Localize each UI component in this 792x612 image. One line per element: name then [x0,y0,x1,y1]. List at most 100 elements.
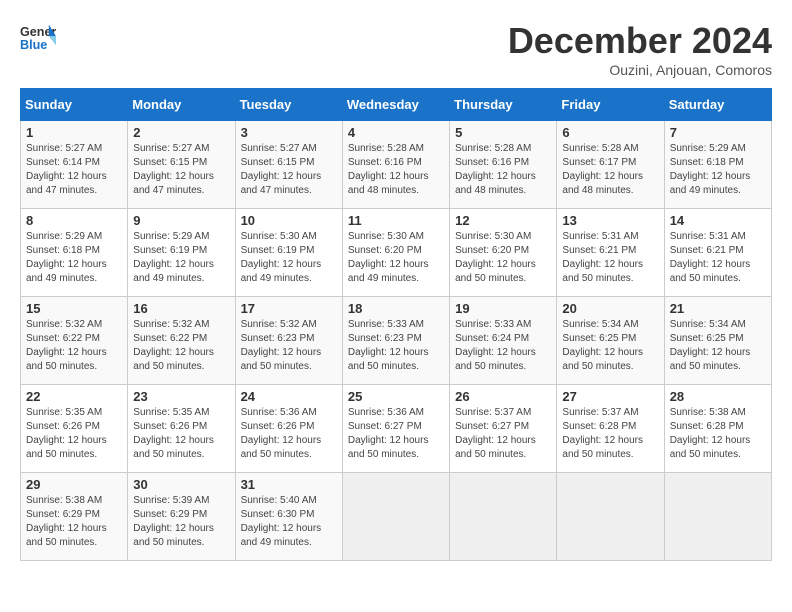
day-info: Sunrise: 5:29 AMSunset: 6:18 PMDaylight:… [26,230,122,286]
day-cell: 3Sunrise: 5:27 AMSunset: 6:15 PMDaylight… [235,121,342,209]
day-number: 31 [241,477,337,492]
day-info: Sunrise: 5:28 AMSunset: 6:16 PMDaylight:… [455,142,551,198]
day-number: 6 [562,125,658,140]
day-info: Sunrise: 5:36 AMSunset: 6:26 PMDaylight:… [241,406,337,462]
header-row: SundayMondayTuesdayWednesdayThursdayFrid… [21,89,772,121]
day-cell: 19 Sunrise: 5:33 AMSunset: 6:24 PMDayligh… [450,297,557,385]
day-info: Sunrise: 5:37 AMSunset: 6:27 PMDaylight:… [455,406,551,462]
day-number: 25 [348,389,444,404]
week-row-4: 22 Sunrise: 5:35 AMSunset: 6:26 PMDayligh… [21,385,772,473]
day-cell: 11 Sunrise: 5:30 AMSunset: 6:20 PMDayligh… [342,209,449,297]
day-info: Sunrise: 5:38 AMSunset: 6:29 PMDaylight:… [26,494,122,550]
calendar-table: SundayMondayTuesdayWednesdayThursdayFrid… [20,88,772,561]
day-number: 11 [348,213,444,228]
day-number: 18 [348,301,444,316]
day-number: 23 [133,389,229,404]
day-info: Sunrise: 5:39 AMSunset: 6:29 PMDaylight:… [133,494,229,550]
day-info: Sunrise: 5:27 AMSunset: 6:14 PMDaylight:… [26,142,122,198]
day-number: 28 [670,389,766,404]
day-cell: 30 Sunrise: 5:39 AMSunset: 6:29 PMDayligh… [128,473,235,561]
day-number: 5 [455,125,551,140]
day-cell: 2 Sunrise: 5:27 AMSunset: 6:15 PMDaylight… [128,121,235,209]
day-cell [557,473,664,561]
day-info: Sunrise: 5:33 AMSunset: 6:24 PMDaylight:… [455,318,551,374]
day-number: 22 [26,389,122,404]
day-cell: 6 Sunrise: 5:28 AMSunset: 6:17 PMDaylight… [557,121,664,209]
header-cell-thursday: Thursday [450,89,557,121]
day-number: 24 [241,389,337,404]
day-number: 16 [133,301,229,316]
day-info: Sunrise: 5:34 AMSunset: 6:25 PMDaylight:… [670,318,766,374]
week-row-1: 1 Sunrise: 5:27 AMSunset: 6:14 PMDaylight… [21,121,772,209]
page-header: General Blue December 2024 Ouzini, Anjou… [20,20,772,78]
header-cell-saturday: Saturday [664,89,771,121]
day-number: 1 [26,125,122,140]
day-number: 15 [26,301,122,316]
day-cell [342,473,449,561]
day-cell: 7Sunrise: 5:29 AMSunset: 6:18 PMDaylight… [664,121,771,209]
day-cell: 4Sunrise: 5:28 AMSunset: 6:16 PMDaylight… [342,121,449,209]
day-cell: 27Sunrise: 5:37 AMSunset: 6:28 PMDayligh… [557,385,664,473]
week-row-5: 29Sunrise: 5:38 AMSunset: 6:29 PMDayligh… [21,473,772,561]
location: Ouzini, Anjouan, Comoros [508,62,772,78]
logo-icon: General Blue [20,20,56,56]
day-number: 20 [562,301,658,316]
day-cell [664,473,771,561]
day-cell: 15 Sunrise: 5:32 AMSunset: 6:22 PMDayligh… [21,297,128,385]
day-number: 13 [562,213,658,228]
day-cell: 8 Sunrise: 5:29 AMSunset: 6:18 PMDaylight… [21,209,128,297]
day-cell: 18 Sunrise: 5:33 AMSunset: 6:23 PMDayligh… [342,297,449,385]
day-info: Sunrise: 5:32 AMSunset: 6:23 PMDaylight:… [241,318,337,374]
title-block: December 2024 Ouzini, Anjouan, Comoros [508,20,772,78]
day-cell [450,473,557,561]
day-info: Sunrise: 5:32 AMSunset: 6:22 PMDaylight:… [133,318,229,374]
day-info: Sunrise: 5:30 AMSunset: 6:20 PMDaylight:… [348,230,444,286]
day-info: Sunrise: 5:31 AMSunset: 6:21 PMDaylight:… [670,230,766,286]
day-cell: 17 Sunrise: 5:32 AMSunset: 6:23 PMDayligh… [235,297,342,385]
day-info: Sunrise: 5:30 AMSunset: 6:20 PMDaylight:… [455,230,551,286]
day-info: Sunrise: 5:35 AMSunset: 6:26 PMDaylight:… [26,406,122,462]
day-cell: 20Sunrise: 5:34 AMSunset: 6:25 PMDayligh… [557,297,664,385]
day-number: 26 [455,389,551,404]
day-info: Sunrise: 5:31 AMSunset: 6:21 PMDaylight:… [562,230,658,286]
day-cell: 14Sunrise: 5:31 AMSunset: 6:21 PMDayligh… [664,209,771,297]
day-number: 7 [670,125,766,140]
day-info: Sunrise: 5:30 AMSunset: 6:19 PMDaylight:… [241,230,337,286]
day-number: 21 [670,301,766,316]
day-number: 4 [348,125,444,140]
day-cell: 9Sunrise: 5:29 AMSunset: 6:19 PMDaylight… [128,209,235,297]
day-cell: 21 Sunrise: 5:34 AMSunset: 6:25 PMDayligh… [664,297,771,385]
day-info: Sunrise: 5:40 AMSunset: 6:30 PMDaylight:… [241,494,337,550]
day-info: Sunrise: 5:27 AMSunset: 6:15 PMDaylight:… [133,142,229,198]
day-info: Sunrise: 5:28 AMSunset: 6:17 PMDaylight:… [562,142,658,198]
day-info: Sunrise: 5:38 AMSunset: 6:28 PMDaylight:… [670,406,766,462]
week-row-3: 15 Sunrise: 5:32 AMSunset: 6:22 PMDayligh… [21,297,772,385]
day-info: Sunrise: 5:36 AMSunset: 6:27 PMDaylight:… [348,406,444,462]
day-number: 30 [133,477,229,492]
header-cell-wednesday: Wednesday [342,89,449,121]
day-info: Sunrise: 5:29 AMSunset: 6:19 PMDaylight:… [133,230,229,286]
month-title: December 2024 [508,20,772,62]
header-cell-tuesday: Tuesday [235,89,342,121]
day-info: Sunrise: 5:32 AMSunset: 6:22 PMDaylight:… [26,318,122,374]
day-cell: 26 Sunrise: 5:37 AMSunset: 6:27 PMDayligh… [450,385,557,473]
header-cell-sunday: Sunday [21,89,128,121]
day-number: 8 [26,213,122,228]
day-number: 19 [455,301,551,316]
day-number: 27 [562,389,658,404]
day-number: 10 [241,213,337,228]
logo: General Blue [20,20,56,56]
header-cell-friday: Friday [557,89,664,121]
day-cell: 23Sunrise: 5:35 AMSunset: 6:26 PMDayligh… [128,385,235,473]
day-cell: 28 Sunrise: 5:38 AMSunset: 6:28 PMDayligh… [664,385,771,473]
day-number: 17 [241,301,337,316]
day-cell: 5 Sunrise: 5:28 AMSunset: 6:16 PMDaylight… [450,121,557,209]
day-number: 12 [455,213,551,228]
day-cell: 1 Sunrise: 5:27 AMSunset: 6:14 PMDaylight… [21,121,128,209]
day-info: Sunrise: 5:33 AMSunset: 6:23 PMDaylight:… [348,318,444,374]
day-cell: 16 Sunrise: 5:32 AMSunset: 6:22 PMDayligh… [128,297,235,385]
day-number: 2 [133,125,229,140]
svg-text:Blue: Blue [20,38,47,52]
day-cell: 24 Sunrise: 5:36 AMSunset: 6:26 PMDayligh… [235,385,342,473]
day-cell: 22 Sunrise: 5:35 AMSunset: 6:26 PMDayligh… [21,385,128,473]
